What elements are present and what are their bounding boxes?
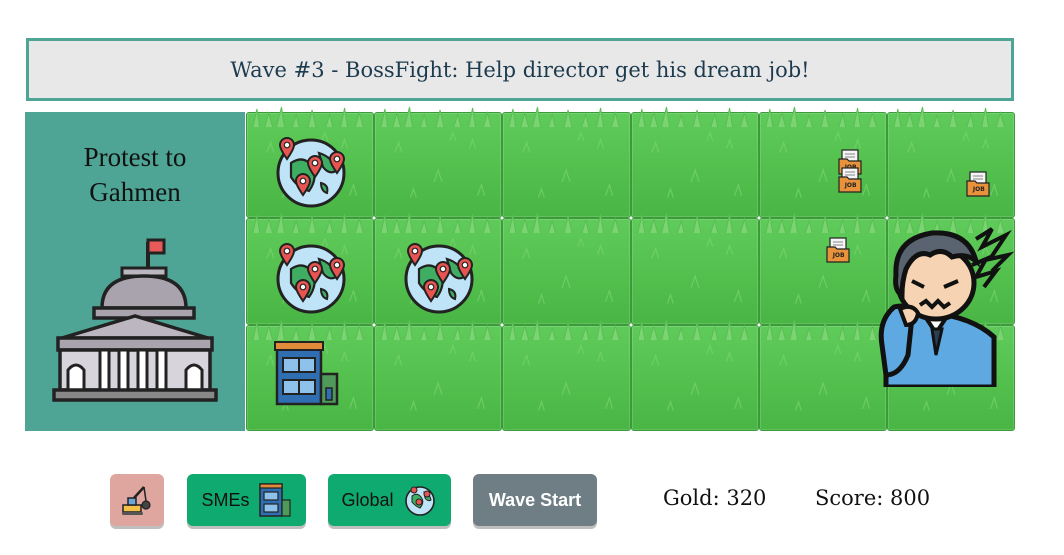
- wave-start-button[interactable]: Wave Start: [473, 474, 597, 526]
- grass-tile[interactable]: [630, 213, 759, 325]
- demolish-crane-icon: [122, 486, 151, 515]
- job-label: JOB: [832, 252, 845, 260]
- base-title-line2: Gahmen: [89, 177, 181, 207]
- wave-banner: Wave #3 - BossFight: Help director get h…: [26, 38, 1014, 101]
- grass-tile[interactable]: [374, 106, 503, 219]
- smes-button[interactable]: SMEs: [187, 474, 306, 526]
- base-title-line1: Protest to: [83, 142, 187, 172]
- grass-tile[interactable]: [374, 213, 503, 325]
- job-document-icon: JOB: [826, 237, 850, 267]
- government-building-icon: [52, 238, 218, 402]
- global-button[interactable]: Global: [328, 474, 451, 526]
- grass-tile[interactable]: [502, 106, 631, 219]
- score-counter: Score: 800: [815, 486, 931, 510]
- grass-tile[interactable]: [246, 319, 375, 431]
- sme-building-icon[interactable]: [273, 340, 339, 410]
- grass-tile[interactable]: [374, 319, 503, 431]
- wave-banner-text: Wave #3 - BossFight: Help director get h…: [230, 57, 810, 82]
- demolish-button[interactable]: [110, 474, 164, 526]
- grass-tile[interactable]: [758, 319, 887, 431]
- global-label: Global: [341, 489, 394, 510]
- job-document-icon: JOB: [838, 167, 862, 197]
- sme-building-icon: [258, 483, 291, 517]
- global-icon[interactable]: [401, 239, 477, 319]
- global-icon: [404, 486, 435, 516]
- grass-tile[interactable]: [630, 106, 759, 219]
- grass-tile[interactable]: JOB: [758, 213, 887, 325]
- smes-label: SMEs: [201, 489, 250, 510]
- base-panel: Protest to Gahmen: [25, 112, 245, 431]
- grass-tile[interactable]: [502, 213, 631, 325]
- global-icon[interactable]: [273, 133, 349, 213]
- grass-tile[interactable]: [502, 319, 631, 431]
- job-label: JOB: [844, 182, 857, 189]
- job-document-icon: JOB: [966, 171, 990, 201]
- base-title: Protest to Gahmen: [25, 140, 245, 210]
- gold-counter: Gold: 320: [663, 486, 767, 510]
- grass-tile[interactable]: [630, 319, 759, 431]
- grass-tile[interactable]: [246, 213, 375, 325]
- global-icon[interactable]: [273, 239, 349, 319]
- job-label: JOB: [972, 186, 985, 193]
- toolbar: SMEs Global Wave Start Gold: 320 Score: …: [0, 470, 1064, 530]
- grass-tile[interactable]: [246, 106, 375, 219]
- grass-tile[interactable]: JOBJOB: [758, 106, 887, 219]
- wave-start-label: Wave Start: [488, 489, 582, 510]
- grass-tile[interactable]: JOB: [886, 106, 1015, 219]
- stressed-director-icon: [872, 225, 1015, 390]
